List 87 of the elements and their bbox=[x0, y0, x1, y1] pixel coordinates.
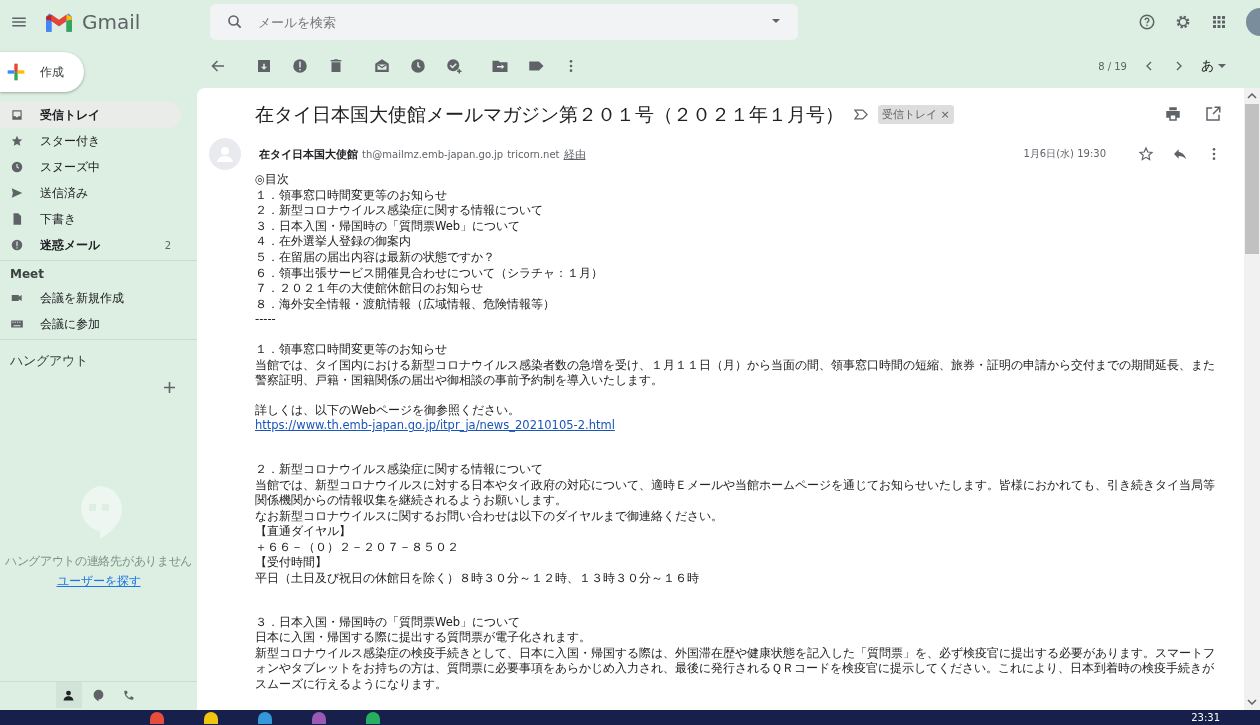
meet-item[interactable]: 会議に参加 bbox=[0, 311, 181, 337]
compose-button[interactable]: 作成 bbox=[0, 52, 84, 92]
taskbar-app-icon[interactable] bbox=[258, 711, 272, 724]
taskbar-app-icon[interactable] bbox=[150, 711, 164, 724]
clock-icon bbox=[10, 160, 24, 174]
body-text: 当館では、タイ国内における新型コロナウイルス感染者数の急増を受け、１月１１日（月）から当面の間、領事窓口時間の短縮、旅券・証明の申請から交付までの期間延長、また警察証明、戸籍・国籍関係の届出や御相談の事前予約制を導入いたします。 bbox=[255, 357, 1216, 389]
body-text: ３．日本入国・帰国時の「質問票Web」について bbox=[255, 614, 522, 631]
caret-icon bbox=[1218, 63, 1226, 69]
star-icon[interactable] bbox=[1138, 146, 1154, 162]
body-text: ３．日本入国・帰国時の「質問票Web」について bbox=[255, 218, 522, 235]
envelope-icon[interactable] bbox=[373, 57, 391, 75]
section-title: ハングアウト bbox=[9, 352, 89, 370]
scroll-up-icon[interactable] bbox=[1247, 93, 1257, 99]
body-link[interactable]: https://www.th.emb-japan.go.jp/itpr_ja/news_20210105-2.html bbox=[255, 418, 615, 433]
label-chip-text: 受信トレイ bbox=[882, 107, 937, 121]
search-field[interactable]: メールを検索 bbox=[210, 4, 798, 40]
body-text: 詳しくは、以下のWebページを御参照ください。 bbox=[255, 402, 522, 419]
open-in-new-window-icon[interactable] bbox=[1204, 105, 1222, 123]
pagination-count: 8 / 19 bbox=[1098, 60, 1127, 72]
body-text: 新型コロナウイルス感染症の検疫手続きとして、日本に入国・帰国する際は、外国滞在歴や健康状態を記入した「質問票」を、必ず検疫官に提出する必要があります。スマートフォンやタブレットをお持ちの方は、質問票に必要事項をあらかじめ入力され、最後に発行されるＱＲコードを検疫官に提示してください。これにより、日本到着時の検疫手続きがスムーズに行えるようになります。 bbox=[255, 645, 1216, 693]
search-icon[interactable] bbox=[226, 13, 244, 31]
nav-item[interactable]: 下書き bbox=[0, 206, 181, 232]
person-icon bbox=[62, 688, 75, 702]
taskbar-app-icon[interactable] bbox=[204, 711, 218, 724]
body-text: 【受付時間】 bbox=[255, 555, 328, 572]
phone-icon bbox=[122, 688, 135, 702]
email-date: 1月6日(水) 19:30 bbox=[1023, 147, 1106, 161]
email-subject: 在タイ日本国大使館メールマガジン第２０１号（２０２１年１月号） bbox=[255, 102, 844, 127]
nav-item[interactable]: スヌーズ中 bbox=[0, 154, 181, 180]
unread-count: 2 bbox=[164, 239, 171, 251]
find-people-link[interactable]: ユーザーを探す bbox=[56, 573, 141, 590]
body-text: ８．海外安全情報・渡航情報（広域情報、危険情報等） bbox=[255, 296, 556, 313]
account-avatar[interactable] bbox=[1246, 8, 1260, 36]
settings-icon[interactable] bbox=[1174, 13, 1192, 31]
nav-item[interactable]: 送信済み bbox=[0, 180, 181, 206]
body-text: ----- bbox=[255, 312, 277, 328]
body-text: 当館では、新型コロナウイルスに対する日本やタイ政府の対応について、適時Ｅメールや当館ホームページを通じてお知らせいたします。皆様におかれても、引き続きタイ当局等関係機関からの情報収集を継続されるようお願いします。 bbox=[255, 477, 1216, 509]
body-text: ◎目次 bbox=[255, 172, 291, 188]
sender-address: th@mailmz.emb-japan.go.jp bbox=[362, 148, 504, 160]
scroll-down-icon[interactable] bbox=[1247, 699, 1257, 705]
sender-name: 在タイ日本国大使館 bbox=[259, 146, 358, 162]
clock-time: 23:31 bbox=[1191, 712, 1220, 723]
inbox-icon bbox=[10, 108, 24, 122]
help-icon[interactable] bbox=[1138, 13, 1156, 31]
body-text: ５．在留届の届出内容は最新の状態ですか？ bbox=[255, 249, 496, 266]
body-text: 日本に入国・帰国する際に提出する質問票が電子化されます。 bbox=[255, 630, 592, 646]
via-link[interactable]: 経由 bbox=[563, 146, 586, 162]
body-text: 【直通ダイヤル】 bbox=[255, 524, 352, 540]
plus-icon bbox=[6, 62, 26, 82]
body-text: 平日（土日及び祝日の休館日を除く）８時３０分～１２時、１３時３０分～１６時 bbox=[255, 571, 700, 587]
scrollbar-thumb[interactable] bbox=[1245, 104, 1259, 254]
input-tools-button[interactable]: あ bbox=[1201, 57, 1226, 75]
caret-icon[interactable] bbox=[772, 19, 780, 24]
scrollbar[interactable] bbox=[1244, 88, 1260, 710]
body-text: なお新型コロナウイルスに関するお問い合わせは以下のダイヤルまで御連絡ください。 bbox=[255, 508, 724, 525]
body-text: １．領事窓口時間変更等のお知らせ bbox=[255, 341, 448, 358]
spam-icon[interactable] bbox=[291, 57, 309, 75]
body-text: ２．新型コロナウイルス感染症に関する情報について bbox=[255, 461, 544, 478]
importance-marker-icon[interactable] bbox=[854, 108, 868, 120]
archive-icon[interactable] bbox=[255, 57, 273, 75]
app-name: Gmail bbox=[82, 10, 142, 34]
chat-icon bbox=[92, 688, 105, 702]
body-text: ＋６６－（０）２－２０７－８５０２ bbox=[255, 539, 460, 556]
body-text: ７．２０２１年の大使館休館日のお知らせ bbox=[255, 281, 484, 297]
clock-icon[interactable] bbox=[409, 57, 427, 75]
nav-item[interactable]: 迷惑メール 2 bbox=[0, 232, 181, 258]
nav-item[interactable]: 受信トレイ bbox=[0, 102, 181, 128]
via-domain: tricorn.net bbox=[507, 148, 560, 160]
hangouts-tab[interactable] bbox=[55, 682, 82, 708]
reply-icon[interactable] bbox=[1172, 146, 1188, 162]
print-icon[interactable] bbox=[1164, 105, 1182, 123]
section-title: Meet bbox=[9, 267, 45, 281]
body-text: ６．領事出張サービス開催見合わせについて（シラチャ：１月） bbox=[255, 265, 604, 282]
add-icon[interactable] bbox=[164, 382, 175, 393]
body-text: １．領事窓口時間変更等のお知らせ bbox=[255, 187, 448, 204]
send-icon bbox=[10, 186, 24, 200]
warning-icon bbox=[10, 238, 24, 252]
star-icon bbox=[10, 134, 24, 148]
taskbar-app-icon[interactable] bbox=[366, 711, 380, 724]
add-task-icon[interactable] bbox=[445, 57, 463, 75]
apps-grid-icon[interactable] bbox=[1210, 13, 1228, 31]
remove-label-button[interactable]: × bbox=[940, 107, 950, 121]
body-text: ４．在外選挙人登録の御案内 bbox=[255, 234, 412, 250]
meet-item[interactable]: 会議を新規作成 bbox=[0, 285, 181, 311]
empty-message: ハングアウトの連絡先がありません bbox=[3, 554, 194, 569]
body-text: ２．新型コロナウイルス感染症に関する情報について bbox=[255, 203, 544, 219]
nav-item[interactable]: スター付き bbox=[0, 128, 181, 154]
